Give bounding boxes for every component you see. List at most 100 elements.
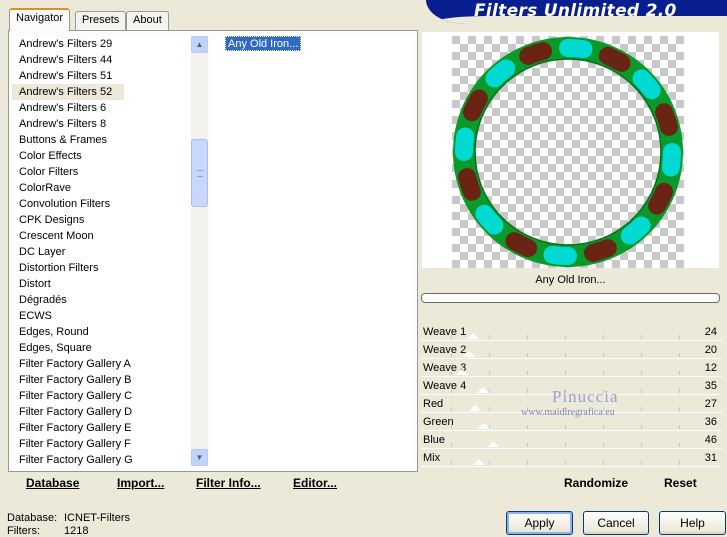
import-button[interactable]: Import...: [117, 476, 164, 490]
slider-tick: [679, 353, 680, 357]
preview-image: [452, 36, 684, 268]
slider-thumb[interactable]: [477, 423, 490, 429]
category-item[interactable]: Filter Factory Gallery E: [12, 420, 131, 436]
slider-tick: [451, 389, 452, 393]
help-button[interactable]: Help: [659, 511, 726, 535]
category-item[interactable]: Andrew's Filters 6: [12, 100, 124, 116]
category-item[interactable]: Andrew's Filters 52: [12, 84, 124, 100]
category-item[interactable]: Edges, Round: [12, 324, 124, 340]
category-item[interactable]: Andrew's Filters 44: [12, 52, 124, 68]
slider-tick: [451, 335, 452, 339]
filter-list[interactable]: Any Old Iron...: [213, 36, 414, 466]
scroll-up-button[interactable]: ▲: [191, 36, 208, 53]
slider-tick: [451, 443, 452, 447]
slider-tick: [489, 461, 490, 465]
category-item[interactable]: DC Layer: [12, 244, 124, 260]
slider-thumb[interactable]: [463, 351, 476, 357]
param-row[interactable]: Weave 2 20: [421, 341, 722, 359]
category-item[interactable]: Filter Factory Gallery A: [12, 356, 131, 372]
category-item[interactable]: CPK Designs: [12, 212, 124, 228]
randomize-button[interactable]: Randomize: [564, 476, 628, 490]
slider-track[interactable]: [451, 461, 682, 466]
category-item[interactable]: Filter Factory Gallery D: [12, 404, 132, 420]
tab-about[interactable]: About: [126, 11, 169, 30]
param-label: Green: [423, 416, 454, 428]
param-label: Mix: [423, 452, 441, 464]
filters-unlimited-window: Filters Unlimited 2.0 Navigator Presets …: [0, 0, 727, 537]
category-item[interactable]: Color Filters: [12, 164, 124, 180]
slider-tick: [641, 425, 642, 429]
category-item[interactable]: Dégradés: [12, 292, 124, 308]
ring-stripe: [632, 69, 661, 100]
category-item[interactable]: ECWS: [12, 308, 124, 324]
preview-filter-name: Any Old Iron...: [422, 270, 719, 290]
slider-tick: [641, 443, 642, 447]
category-item[interactable]: Filter Factory Gallery F: [12, 436, 131, 452]
param-row[interactable]: Blue 46: [421, 431, 722, 449]
ring-stripe: [475, 204, 504, 235]
slider-tick: [527, 335, 528, 339]
triangle-up-icon: ▲: [195, 40, 204, 49]
param-value: 27: [704, 398, 717, 410]
tab-presets[interactable]: Presets: [75, 11, 127, 30]
editor-button[interactable]: Editor...: [293, 476, 337, 490]
slider-tick: [489, 407, 490, 411]
slider-tick: [451, 461, 452, 465]
slider-track[interactable]: [451, 335, 682, 340]
slider-thumb[interactable]: [486, 441, 499, 447]
slider-thumb[interactable]: [455, 369, 468, 375]
ring-stripe: [485, 59, 516, 88]
category-item[interactable]: Color Effects: [12, 148, 124, 164]
slider-tick: [451, 407, 452, 411]
filter-item-selected[interactable]: Any Old Iron...: [225, 36, 302, 51]
category-item[interactable]: Edges, Square: [12, 340, 124, 356]
apply-button[interactable]: Apply: [506, 511, 573, 535]
param-label: Red: [423, 398, 444, 410]
filter-info-button[interactable]: Filter Info...: [196, 476, 261, 490]
category-item[interactable]: Filter Factory Gallery G: [12, 452, 133, 466]
scroll-down-button[interactable]: ▼: [191, 449, 208, 466]
triangle-down-icon: ▼: [195, 453, 204, 462]
slider-tick: [451, 371, 452, 375]
ring-stripe: [598, 46, 631, 72]
database-button[interactable]: Database: [26, 476, 79, 490]
filters-count: 1218: [64, 525, 89, 537]
category-item[interactable]: Andrew's Filters 51: [12, 68, 124, 84]
category-scrollbar[interactable]: ▲ ▼: [191, 36, 208, 466]
slider-tick: [679, 371, 680, 375]
category-item[interactable]: Crescent Moon: [12, 228, 124, 244]
slider-thumb[interactable]: [473, 459, 486, 465]
category-item[interactable]: Distort: [12, 276, 124, 292]
param-row[interactable]: Weave 1 24: [421, 323, 722, 341]
category-item[interactable]: Andrew's Filters 29: [12, 36, 124, 52]
slider-tick: [603, 443, 604, 447]
slider-tick: [489, 389, 490, 393]
slider-thumb[interactable]: [466, 333, 479, 339]
slider-thumb[interactable]: [476, 387, 489, 393]
param-row[interactable]: Weave 3 12: [421, 359, 722, 377]
category-item[interactable]: Filter Factory Gallery C: [12, 388, 132, 404]
slider-thumb[interactable]: [469, 405, 482, 411]
category-list[interactable]: Andrew's Filters 29 Andrew's Filters 44 An…: [12, 36, 208, 466]
param-value: 35: [704, 380, 717, 392]
category-item[interactable]: Buttons & Frames: [12, 132, 124, 148]
slider-tick: [641, 461, 642, 465]
category-item[interactable]: Distortion Filters: [12, 260, 124, 276]
slider-tick: [565, 335, 566, 339]
watermark-url: www.maidiregrafica.eu: [521, 407, 615, 418]
category-item[interactable]: ColorRave: [12, 180, 124, 196]
slider-track[interactable]: [451, 371, 682, 376]
tab-navigator[interactable]: Navigator: [9, 8, 71, 31]
reset-button[interactable]: Reset: [664, 476, 697, 490]
param-value: 12: [704, 362, 717, 374]
param-value: 20: [704, 344, 717, 356]
slider-tick: [527, 461, 528, 465]
scroll-thumb[interactable]: [191, 139, 208, 207]
cancel-button[interactable]: Cancel: [583, 511, 649, 535]
param-row[interactable]: Mix 31: [421, 449, 722, 467]
slider-track[interactable]: [451, 353, 682, 358]
category-item[interactable]: Filter Factory Gallery B: [12, 372, 131, 388]
slider-tick: [565, 443, 566, 447]
category-item[interactable]: Andrew's Filters 8: [12, 116, 124, 132]
category-item[interactable]: Convolution Filters: [12, 196, 124, 212]
